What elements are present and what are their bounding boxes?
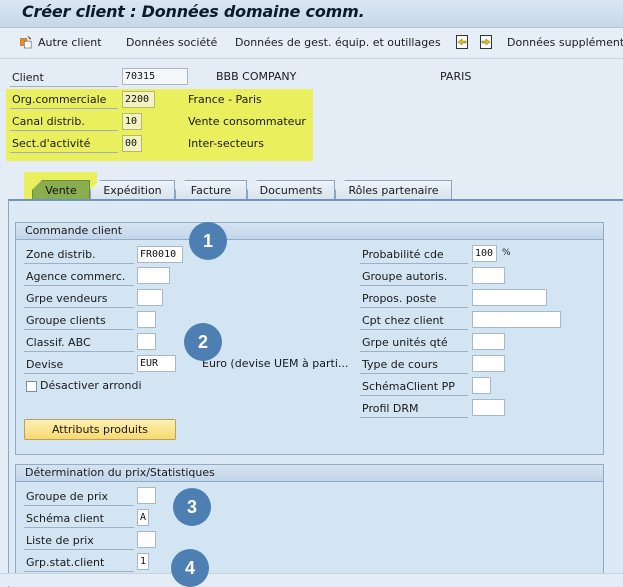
window-title: Créer client : Données domaine comm. [22,2,365,21]
company-data-button[interactable]: Données société [126,36,217,49]
order-probability-field[interactable]: 100 [472,245,497,262]
price-group-label: Groupe de prix [24,488,134,506]
callout-badge-3: 3 [173,488,211,526]
title-bar: Créer client : Données domaine comm. [0,0,623,28]
cust-pric-procedure-pp-label: SchémaClient PP [360,378,468,396]
other-customer-label: Autre client [38,36,102,49]
customer-stats-group-field[interactable]: 1 [137,553,149,570]
abc-class-label: Classif. ABC [24,334,134,352]
unit-group-field[interactable] [472,333,505,350]
account-at-customer-field[interactable] [472,311,561,328]
price-list-label: Liste de prix [24,532,134,550]
product-attributes-button[interactable]: Attributs produits [24,419,176,440]
division-desc: Inter-secteurs [188,137,264,150]
sales-district-field[interactable]: FR0010 [137,246,183,263]
tab-documents[interactable]: Documents [247,180,335,199]
callout-badge-4: 4 [171,549,209,587]
sales-group-label: Grpe vendeurs [24,290,134,308]
previous-screen-icon[interactable] [456,35,468,49]
authorization-group-field[interactable] [472,267,505,284]
tab-facture[interactable]: Facture [175,180,247,199]
item-proposal-label: Propos. poste [360,290,468,308]
price-group-field[interactable] [137,487,156,504]
dist-channel-field[interactable]: 10 [122,113,142,130]
authorization-group-label: Groupe autoris. [360,268,468,286]
customer-group-label: Groupe clients [24,312,134,330]
tab-strip: Vente Expédition Facture Documents Rôles… [0,176,623,200]
disable-rounding-label: Désactiver arrondi [40,379,142,392]
pricing-statistics-frame-title: Détermination du prix/Statistiques [16,465,603,482]
currency-desc: Euro (devise UEM à parti... [202,357,349,370]
sales-office-field[interactable] [137,267,170,284]
switch-customer-icon [20,36,32,49]
division-label: Sect.d'activité [10,135,118,153]
application-toolbar: Autre client Données société Données de … [0,28,623,59]
sales-group-field[interactable] [137,289,163,306]
exchange-rate-type-label: Type de cours [360,356,468,374]
sales-org-field[interactable]: 2200 [122,91,155,108]
sales-org-desc: France - Paris [188,93,262,106]
abc-class-field[interactable] [137,333,156,350]
client-label: Client [10,69,118,87]
callout-badge-1: 1 [189,222,227,260]
customer-pricing-procedure-field[interactable]: A [137,509,149,526]
tab-expedition[interactable]: Expédition [90,180,175,199]
client-city: PARIS [440,70,472,83]
client-name: BBB COMPANY [216,70,297,83]
cust-pric-procedure-pp-field[interactable] [472,377,491,394]
drm-profile-label: Profil DRM [360,400,468,418]
customer-group-field[interactable] [137,311,156,328]
equipment-data-button[interactable]: Données de gest. équip. et outillages [235,36,441,49]
customer-header: Client 70315 BBB COMPANY PARIS Org.comme… [0,59,623,169]
next-screen-icon[interactable] [480,35,492,49]
dist-channel-label: Canal distrib. [10,113,118,131]
tab-vente[interactable]: Vente [32,180,90,199]
currency-field[interactable]: EUR [137,355,176,372]
sales-org-label: Org.commerciale [10,91,118,109]
unit-group-label: Grpe unités qté [360,334,468,352]
item-proposal-field[interactable] [472,289,547,306]
disable-rounding-checkbox[interactable] [26,381,37,392]
customer-stats-group-label: Grp.stat.client [24,554,134,572]
order-probability-label: Probabilité cde [360,246,468,264]
additional-data-button[interactable]: Données supplément [507,36,623,49]
tab-partner-roles[interactable]: Rôles partenaire [335,180,452,199]
percent-unit: % [502,248,511,258]
currency-label: Devise [24,356,134,374]
account-at-customer-label: Cpt chez client [360,312,468,330]
client-field[interactable]: 70315 [122,68,188,85]
exchange-rate-type-field[interactable] [472,355,505,372]
callout-badge-2: 2 [184,323,222,361]
drm-profile-field[interactable] [472,399,505,416]
sales-office-label: Agence commerc. [24,268,134,286]
price-list-field[interactable] [137,531,156,548]
sales-district-label: Zone distrib. [24,246,134,264]
status-bar-edge [0,573,623,586]
division-field[interactable]: 00 [122,135,142,152]
sales-order-frame-title: Commande client [16,223,603,240]
dist-channel-desc: Vente consommateur [188,115,306,128]
customer-pricing-procedure-label: Schéma client [24,510,134,528]
